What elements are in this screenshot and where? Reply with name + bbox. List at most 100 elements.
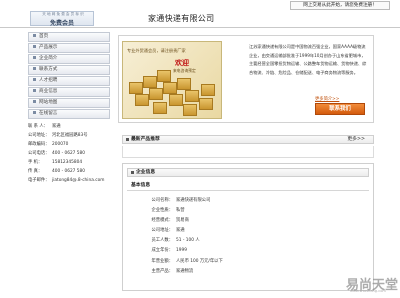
square-icon — [131, 171, 134, 174]
bullet-icon — [33, 88, 36, 92]
contact-label: 联 系 人： — [28, 124, 48, 129]
contact-label: 手 机： — [28, 160, 43, 165]
info-row: 主营产品： 家通物流 — [145, 267, 223, 277]
header: 天 地 网 免 费 会 员 标 识 免费会员 家通快递有限公司 — [0, 10, 400, 28]
nav-label: 商业信息 — [39, 89, 58, 94]
info-key: 年营业额： — [151, 258, 173, 264]
bullet-icon — [33, 110, 36, 114]
nav-item-sitemap[interactable]: 网站地图 — [28, 98, 110, 108]
company-banner-panel: 专业外贸通会员，请注册贵厂家 欢迎 来电咨询预定 江苏家通快递有限公司是中国物流… — [118, 35, 374, 123]
cargo-box — [143, 76, 157, 88]
info-value: 51 - 100 人 — [176, 238, 200, 244]
info-key: 公司名称： — [151, 198, 173, 203]
contact-label: 公司地址： — [28, 133, 50, 138]
company-intro-text: 江苏家通快递有限公司是中国物流百强企业，国家AAAA级物流企业，由交通运输部批准… — [249, 44, 367, 75]
nav-item-profile[interactable]: 企业简介 — [28, 54, 110, 64]
contact-label: 传 真： — [28, 169, 43, 174]
nav-label: 联系方式 — [39, 67, 58, 72]
top-bar: 网上交易从此开始，请您免费注册！ — [0, 0, 400, 10]
cargo-box — [199, 98, 213, 110]
products-section-title: 最新产品推荐 — [131, 137, 160, 142]
contact-row: 手 机： 15812345804 — [28, 158, 110, 167]
info-row: 员工人数： 51 - 100 人 — [145, 236, 223, 246]
nav-item-jobs[interactable]: 人才招聘 — [28, 76, 110, 86]
watermark-url: www.wtoshang.com — [350, 289, 386, 293]
register-link[interactable]: 网上交易从此开始，请您免费注册！ — [290, 1, 390, 10]
nav-label: 在线留言 — [39, 111, 58, 116]
bullet-icon — [33, 77, 36, 81]
cargo-box — [169, 94, 183, 106]
products-section-header: 最新产品推荐 更多>> — [122, 135, 374, 144]
member-badge-caption: 天 地 网 免 费 会 员 标 识 — [42, 12, 84, 16]
contact-label: 公司电话： — [28, 151, 50, 156]
nav-item-business-info[interactable]: 商业信息 — [28, 87, 110, 97]
info-row: 经营模式： 贸易商 — [145, 216, 223, 226]
contact-value: 河北区福园路83号 — [52, 133, 88, 138]
nav-label: 首页 — [39, 34, 49, 39]
info-value: 家通物流 — [176, 268, 194, 274]
cargo-box — [185, 90, 199, 102]
nav-item-contact[interactable]: 联系方式 — [28, 65, 110, 75]
info-value: 家通快递有限公司 — [176, 198, 211, 203]
contact-value: 家通 — [52, 124, 61, 129]
info-value: 人民币 100 万元/年以下 — [176, 258, 223, 264]
contact-row: 公司电话： 400 - 0627 580 — [28, 149, 110, 158]
nav-item-message[interactable]: 在线留言 — [28, 109, 110, 119]
products-list — [122, 146, 374, 158]
info-value: 贸易商 — [176, 218, 189, 224]
cargo-box — [183, 104, 197, 116]
info-key: 员工人数： — [151, 238, 173, 244]
contact-info: 联 系 人： 家通 公司地址： 河北区福园路83号 邮政编码： 200070 公司电话… — [28, 122, 110, 185]
info-value: 家通 — [176, 228, 185, 234]
company-info-title: 企业信息 — [136, 170, 156, 175]
nav-label: 网站地图 — [39, 100, 58, 105]
nav-item-home[interactable]: 首页 — [28, 32, 110, 42]
bullet-icon — [33, 99, 36, 103]
company-info-header: 企业信息 — [127, 168, 369, 177]
contact-row: 电子邮件： jiatong84@.8-china.com — [28, 176, 110, 185]
info-key: 成立年份： — [151, 248, 173, 254]
contact-label: 电子邮件： — [28, 178, 50, 183]
cargo-box — [153, 102, 167, 114]
nav-item-products[interactable]: 产品展示 — [28, 43, 110, 53]
info-row: 成立年份： 1999 — [145, 246, 223, 256]
banner-image: 专业外贸通会员，请注册贵厂家 欢迎 来电咨询预定 — [122, 41, 222, 119]
bullet-icon — [33, 55, 36, 59]
cargo-box — [135, 94, 149, 106]
contact-value: 200070 — [52, 142, 69, 147]
info-value: 私营 — [176, 208, 185, 214]
cargo-box — [201, 84, 215, 96]
info-row: 公司名称： 家通快递有限公司 — [145, 196, 223, 206]
basic-info-table: 公司名称： 家通快递有限公司 企业性质： 私营 经营模式： 贸易商 公司地址： 家通 员… — [145, 196, 223, 277]
contact-row: 公司地址： 河北区福园路83号 — [28, 131, 110, 140]
cargo-box — [157, 70, 171, 82]
info-row: 年营业额： 人民币 100 万元/年以下 — [145, 257, 223, 267]
nav-label: 产品展示 — [39, 45, 58, 50]
member-badge-label: 免费会员 — [49, 20, 74, 27]
company-info-panel: 企业信息 基本信息 公司名称： 家通快递有限公司 企业性质： 私营 经营模式： 贸易商… — [122, 163, 374, 291]
info-key: 公司地址： — [151, 228, 173, 234]
free-member-badge: 天 地 网 免 费 会 员 标 识 免费会员 — [30, 11, 94, 27]
contact-row: 联 系 人： 家通 — [28, 122, 110, 131]
banner-welcome: 欢迎 — [175, 59, 189, 67]
contact-value: 15812345804 — [52, 160, 83, 165]
contact-us-button[interactable]: 联系我们 — [315, 103, 365, 115]
company-title: 家通快递有限公司 — [148, 14, 215, 23]
contact-row: 邮政编码： 200070 — [28, 140, 110, 149]
info-value: 1999 — [176, 248, 187, 254]
products-more-link[interactable]: 更多>> — [347, 136, 365, 143]
contact-email[interactable]: jiatong84@.8-china.com — [52, 178, 104, 183]
banner-caption: 专业外贸通会员，请注册贵厂家 — [127, 48, 186, 53]
cargo-box — [149, 88, 163, 100]
basic-info-subheader: 基本信息 — [127, 182, 369, 191]
cargo-box — [177, 78, 191, 90]
bullet-icon — [33, 66, 36, 70]
nav-label: 人才招聘 — [39, 78, 58, 83]
info-key: 经营模式： — [151, 218, 173, 224]
sidebar-nav: 首页 产品展示 企业简介 联系方式 人才招聘 商业信息 网站地图 在线留言 — [28, 32, 110, 120]
square-icon — [126, 138, 129, 141]
contact-label: 邮政编码： — [28, 142, 50, 147]
more-intro-link[interactable]: 更多简介>> — [315, 96, 339, 102]
info-row: 公司地址： 家通 — [145, 226, 223, 236]
bullet-icon — [33, 33, 36, 37]
